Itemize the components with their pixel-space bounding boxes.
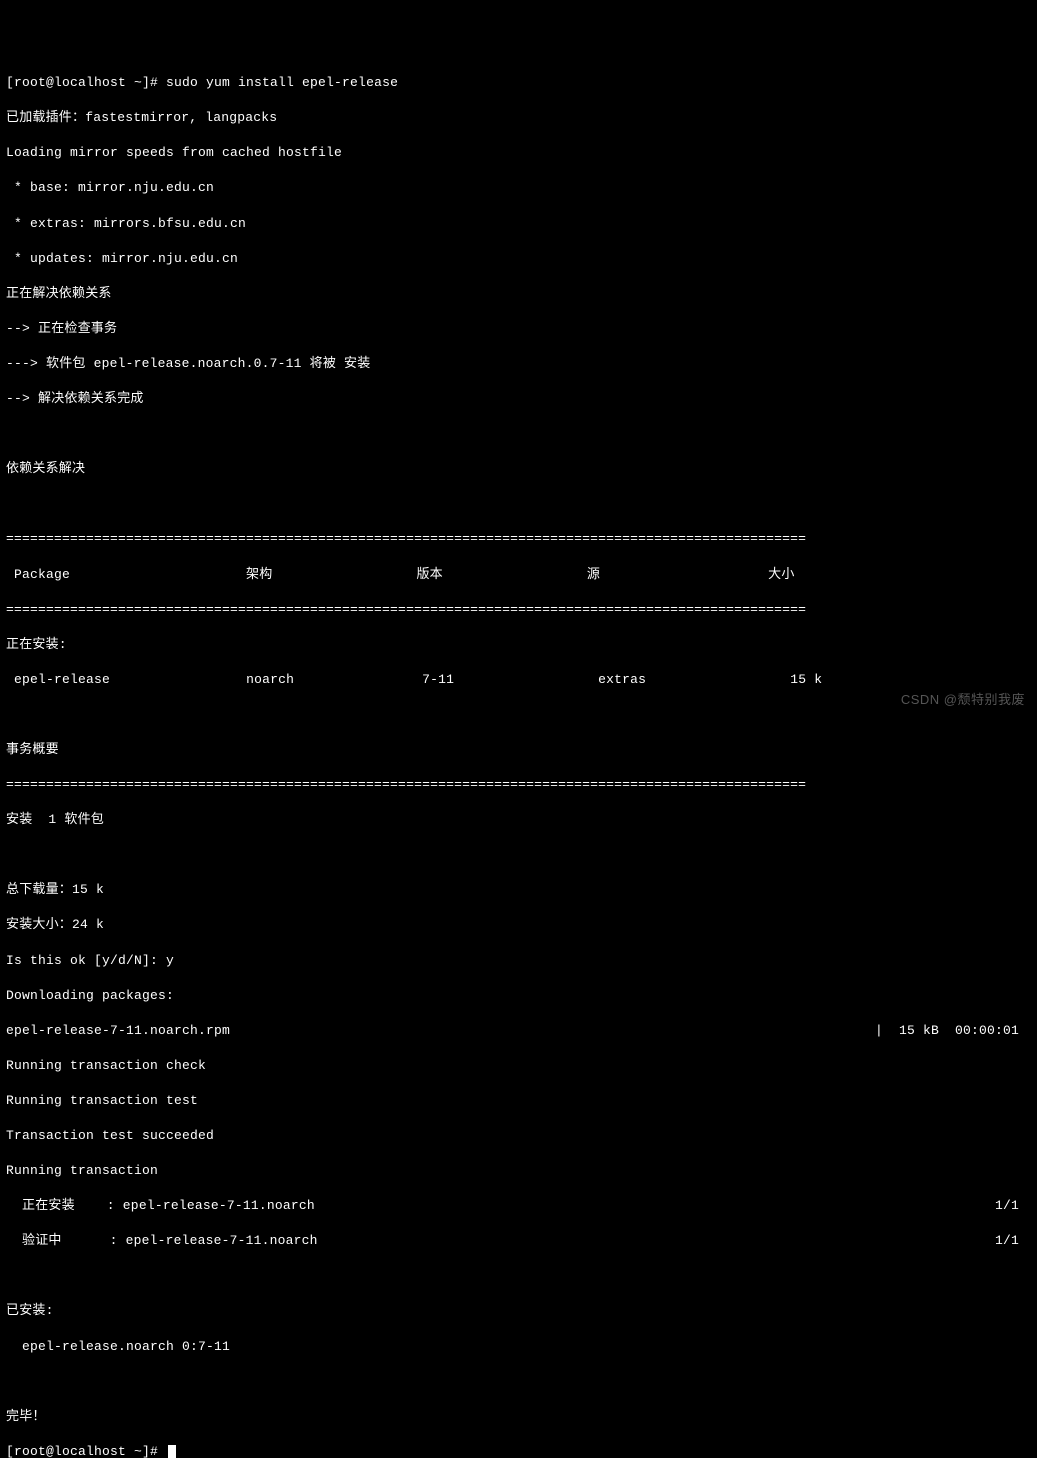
terminal-blank-line [6, 425, 1031, 443]
terminal-line: Running transaction test [6, 1092, 1031, 1110]
install-step-count: 1/1 [995, 1197, 1031, 1215]
th-version: 版本 [416, 567, 442, 582]
cell-repo: extras [598, 672, 646, 687]
terminal-line-prompt-ready[interactable]: [root@localhost ~]# [6, 1443, 1031, 1458]
cell-size: 15 k [790, 672, 822, 687]
terminal-blank-line [6, 1267, 1031, 1285]
table-separator: ========================================… [6, 601, 1031, 619]
terminal-line: Loading mirror speeds from cached hostfi… [6, 144, 1031, 162]
terminal-line: 已加载插件：fastestmirror, langpacks [6, 109, 1031, 127]
terminal-line: * extras: mirrors.bfsu.edu.cn [6, 215, 1031, 233]
download-progress-line: epel-release-7-11.noarch.rpm | 15 kB 00:0… [6, 1022, 1031, 1040]
terminal-line: --> 解决依赖关系完成 [6, 390, 1031, 408]
install-step-line: 正在安装 : epel-release-7-11.noarch 1/1 [6, 1197, 1031, 1215]
terminal-line-prompt-cmd: [root@localhost ~]# sudo yum install epe… [6, 74, 1031, 92]
table-section-header: 正在安装: [6, 636, 1031, 654]
cell-version: 7-11 [422, 672, 454, 687]
terminal-line: 已安装: [6, 1302, 1031, 1320]
terminal-blank-line [6, 846, 1031, 864]
terminal-blank-line [6, 1373, 1031, 1391]
th-arch: 架构 [246, 567, 272, 582]
th-repo: 源 [587, 567, 600, 582]
table-separator: ========================================… [6, 530, 1031, 548]
th-size: 大小 [768, 567, 794, 582]
watermark-text: CSDN @颓特别我废 [901, 691, 1025, 709]
terminal-line: Transaction test succeeded [6, 1127, 1031, 1145]
download-status: | 15 kB 00:00:01 [875, 1022, 1031, 1040]
rpm-filename: epel-release-7-11.noarch.rpm [6, 1022, 230, 1040]
verify-step-count: 1/1 [995, 1232, 1031, 1250]
cell-arch: noarch [246, 672, 294, 687]
table-separator: ========================================… [6, 776, 1031, 794]
th-package: Package [6, 567, 70, 582]
install-step-label: 正在安装 : epel-release-7-11.noarch [6, 1197, 315, 1215]
terminal-line: * updates: mirror.nju.edu.cn [6, 250, 1031, 268]
terminal-blank-line [6, 495, 1031, 513]
terminal-line: 完毕！ [6, 1408, 1031, 1426]
terminal-line: epel-release.noarch 0:7-11 [6, 1338, 1031, 1356]
terminal-line: 依赖关系解决 [6, 460, 1031, 478]
terminal-line: 安装大小：24 k [6, 916, 1031, 934]
verify-step-line: 验证中 : epel-release-7-11.noarch 1/1 [6, 1232, 1031, 1250]
shell-prompt: [root@localhost ~]# [6, 1444, 166, 1458]
entered-command: sudo yum install epel-release [166, 75, 398, 90]
shell-prompt: [root@localhost ~]# [6, 75, 166, 90]
terminal-line: 总下载量：15 k [6, 881, 1031, 899]
cursor-icon [168, 1445, 176, 1458]
terminal-line: 正在解决依赖关系 [6, 285, 1031, 303]
verify-step-label: 验证中 : epel-release-7-11.noarch [6, 1232, 318, 1250]
terminal-blank-line [6, 706, 1031, 724]
terminal-line: 事务概要 [6, 741, 1031, 759]
table-header-row: Package 架构 版本 源 大小 [6, 566, 1031, 584]
terminal-line: Running transaction check [6, 1057, 1031, 1075]
table-row: epel-release noarch 7-11 extras 15 k [6, 671, 1031, 689]
terminal-line: Running transaction [6, 1162, 1031, 1180]
cell-package: epel-release [6, 672, 110, 687]
terminal-line: Downloading packages: [6, 987, 1031, 1005]
terminal-line: * base: mirror.nju.edu.cn [6, 179, 1031, 197]
terminal-line: --> 正在检查事务 [6, 320, 1031, 338]
terminal-line: 安装 1 软件包 [6, 811, 1031, 829]
confirm-prompt-line[interactable]: Is this ok [y/d/N]: y [6, 952, 1031, 970]
terminal-line: ---> 软件包 epel-release.noarch.0.7-11 将被 安… [6, 355, 1031, 373]
